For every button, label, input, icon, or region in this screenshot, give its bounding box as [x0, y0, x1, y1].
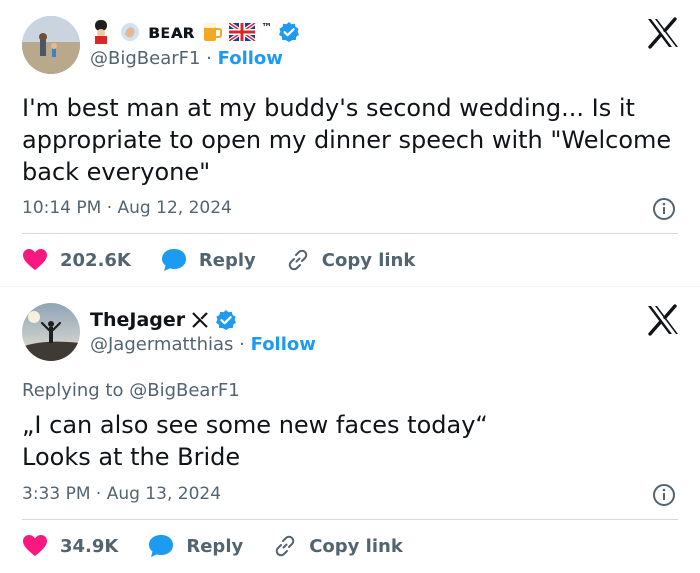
follow-button[interactable]: Follow	[218, 48, 283, 69]
link-icon	[275, 535, 295, 557]
like-button[interactable]: 34.9K	[22, 534, 118, 558]
replying-to-mention[interactable]: @BigBearF1	[129, 380, 239, 401]
like-button[interactable]: 202.6K	[22, 248, 131, 272]
heart-icon	[23, 249, 47, 270]
x-logo[interactable]	[646, 17, 680, 49]
profile-photo-icon	[22, 16, 80, 74]
replying-to: Replying to @BigBearF1	[22, 380, 240, 401]
copy-link-button[interactable]: Copy link	[286, 248, 416, 272]
tweet-card: TheJager @Jagermatthias · Follow Replyin…	[0, 287, 700, 573]
replying-to-prefix: Replying to	[22, 380, 124, 401]
separator-dot: ·	[206, 48, 212, 69]
divider	[22, 519, 678, 520]
tweet-text: I'm best man at my buddy's second weddin…	[22, 94, 672, 186]
follow-button[interactable]: Follow	[251, 334, 316, 355]
speech-bubble-icon	[149, 535, 174, 557]
name-row: TheJager	[90, 309, 237, 331]
beer-emoji	[204, 23, 223, 41]
like-count: 34.9K	[60, 535, 119, 557]
waving-hand-emoji	[121, 23, 139, 41]
divider	[22, 233, 678, 234]
verified-badge-icon	[216, 310, 237, 330]
reply-button[interactable]: Reply	[161, 248, 256, 272]
handle-row: @BigBearF1 · Follow	[90, 48, 283, 69]
verified-badge-icon	[279, 22, 300, 42]
trademark-mark: ™	[261, 20, 273, 34]
display-name[interactable]: TheJager	[90, 309, 185, 331]
info-icon[interactable]	[652, 197, 676, 221]
profile-photo-icon	[22, 303, 80, 361]
display-name[interactable]: ʙᴇᴀʀ	[148, 21, 195, 43]
action-bar: 202.6K Reply Copy link	[22, 248, 445, 272]
heart-icon	[23, 535, 47, 556]
uk-flag-emoji	[229, 23, 256, 41]
speech-bubble-icon	[161, 249, 186, 271]
name-row: ʙᴇᴀʀ ™	[90, 20, 300, 44]
link-icon	[288, 249, 308, 271]
reply-button[interactable]: Reply	[148, 534, 243, 558]
x-mark-emoji	[192, 312, 208, 328]
like-count: 202.6K	[60, 249, 131, 271]
reply-label: Reply	[186, 535, 244, 557]
reply-label: Reply	[198, 249, 256, 271]
handle-row: @Jagermatthias · Follow	[90, 334, 316, 355]
user-handle[interactable]: @Jagermatthias	[90, 334, 233, 355]
copy-link-label: Copy link	[321, 249, 416, 271]
timestamp[interactable]: 10:14 PM · Aug 12, 2024	[22, 198, 232, 218]
copy-link-button[interactable]: Copy link	[273, 534, 403, 558]
user-handle[interactable]: @BigBearF1	[90, 48, 200, 69]
timestamp[interactable]: 3:33 PM · Aug 13, 2024	[22, 484, 221, 504]
avatar[interactable]	[22, 16, 80, 74]
info-icon[interactable]	[652, 483, 676, 507]
tweet-card: ʙᴇᴀʀ ™ @BigBearF1 · Follow I'm best man …	[0, 0, 700, 287]
tweet-text: „I can also see some new faces today“ Lo…	[22, 411, 488, 471]
guard-emoji	[95, 20, 107, 44]
copy-link-label: Copy link	[309, 535, 403, 557]
action-bar: 34.9K Reply Copy link	[22, 534, 433, 558]
avatar[interactable]	[22, 303, 80, 361]
separator-dot: ·	[239, 334, 245, 355]
x-logo[interactable]	[646, 304, 680, 336]
